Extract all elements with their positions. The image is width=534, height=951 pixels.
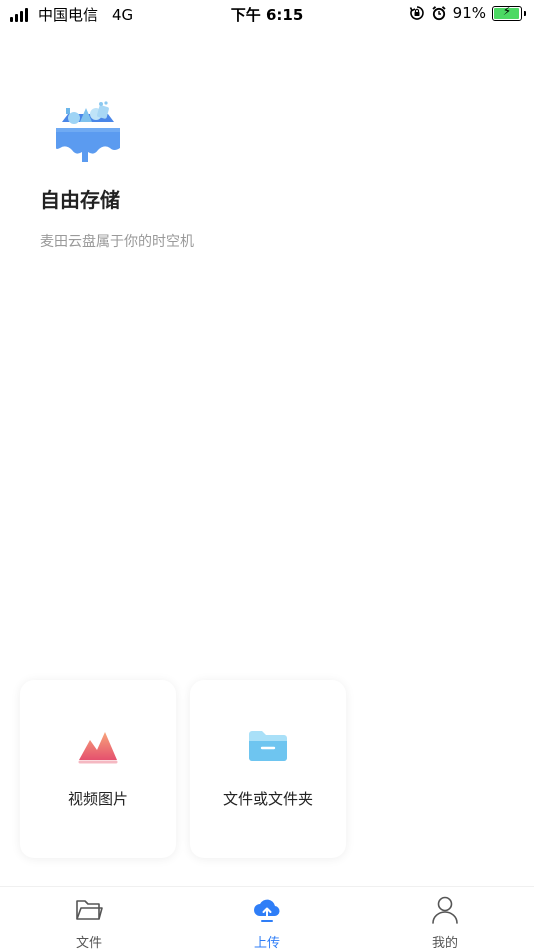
upload-files-card[interactable]: 文件或文件夹 bbox=[190, 680, 346, 858]
tab-me[interactable]: 我的 bbox=[385, 887, 505, 951]
hero-subtitle: 麦田云盘属于你的时空机 bbox=[40, 234, 194, 250]
tab-upload-label: 上传 bbox=[253, 936, 280, 951]
tab-bar: 文件 上传 我的 bbox=[0, 886, 534, 951]
alarm-icon bbox=[432, 6, 446, 21]
upload-media-label: 视频图片 bbox=[67, 790, 128, 808]
hero-title: 自由存储 bbox=[40, 188, 120, 212]
status-bar: 中国电信 4G 下午 6:15 91% ⚡ bbox=[0, 0, 534, 28]
tab-files[interactable]: 文件 bbox=[29, 887, 149, 951]
status-right: 91% ⚡ bbox=[409, 4, 526, 22]
battery-icon: ⚡ bbox=[492, 4, 522, 21]
tab-upload[interactable]: 上传 bbox=[207, 887, 327, 951]
upload-media-card[interactable]: 视频图片 bbox=[20, 680, 176, 858]
folder-icon bbox=[249, 731, 287, 761]
tab-me-label: 我的 bbox=[431, 936, 458, 951]
folder-outline-icon bbox=[76, 900, 103, 920]
cloud-upload-icon bbox=[254, 899, 280, 922]
upload-files-label: 文件或文件夹 bbox=[222, 790, 313, 808]
tab-files-label: 文件 bbox=[75, 936, 102, 951]
orientation-lock-icon bbox=[409, 6, 424, 20]
user-icon bbox=[432, 896, 458, 924]
battery-percent: 91% bbox=[452, 4, 486, 22]
storage-illustration-icon bbox=[56, 101, 120, 162]
media-mountain-icon bbox=[78, 732, 118, 764]
